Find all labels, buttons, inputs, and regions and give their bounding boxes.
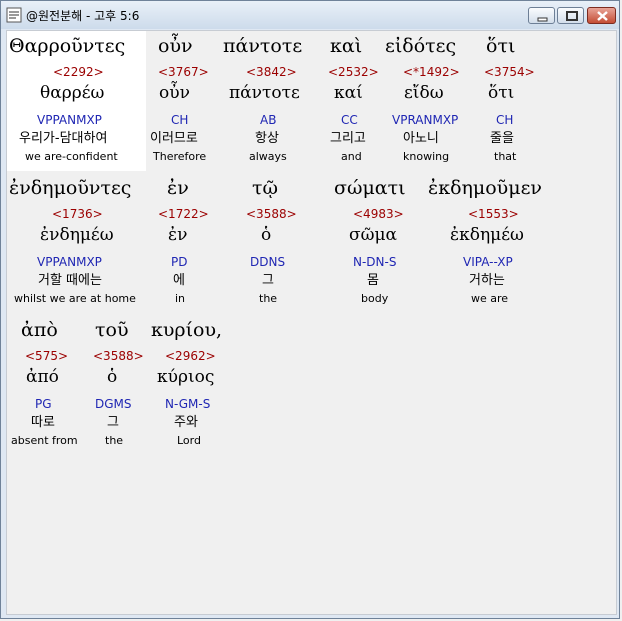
english-gloss: the bbox=[105, 434, 124, 447]
korean-gloss: 그리고 bbox=[330, 131, 366, 146]
window-title: @원전분해 - 고후 5:6 bbox=[26, 9, 140, 23]
strong-number: <2532> bbox=[328, 65, 379, 79]
english-gloss: absent from bbox=[11, 434, 78, 447]
morphology-code: VPRANMXP bbox=[392, 113, 459, 127]
title-bar[interactable]: @원전분해 - 고후 5:6 bbox=[1, 1, 619, 29]
minimize-button[interactable] bbox=[528, 7, 555, 24]
minimize-icon bbox=[537, 17, 548, 22]
morphology-code: CC bbox=[341, 113, 358, 127]
english-gloss: always bbox=[249, 150, 287, 163]
english-gloss: the bbox=[259, 292, 278, 305]
morphology-code: N-GM-S bbox=[165, 397, 211, 411]
maximize-icon bbox=[566, 11, 578, 21]
strong-number: <2292> bbox=[53, 65, 104, 79]
strong-number: <*1492> bbox=[403, 65, 460, 79]
strong-number: <3588> bbox=[93, 349, 144, 363]
strong-number: <3754> bbox=[484, 65, 535, 79]
greek-word: κυρίου, bbox=[151, 319, 223, 341]
lemma: κύριος bbox=[157, 367, 215, 387]
morphology-code: DGMS bbox=[95, 397, 132, 411]
strong-number: <2962> bbox=[165, 349, 216, 363]
korean-gloss: 몸 bbox=[367, 273, 379, 288]
lemma: ἐνδημέω bbox=[40, 225, 114, 245]
greek-word: ἐκδημοῦμεν bbox=[428, 177, 542, 199]
korean-gloss: 그 bbox=[262, 273, 274, 288]
korean-gloss: 거하는 bbox=[469, 273, 505, 288]
english-gloss: in bbox=[175, 292, 186, 305]
english-gloss: that bbox=[494, 150, 517, 163]
app-icon bbox=[6, 7, 22, 23]
english-gloss: whilst we are at home bbox=[14, 292, 136, 305]
korean-gloss: 에 bbox=[173, 273, 185, 288]
greek-word: οὖν bbox=[158, 35, 193, 57]
lemma: ὁ bbox=[107, 367, 118, 387]
korean-gloss: 아노니 bbox=[403, 131, 439, 146]
lemma: ἀπό bbox=[26, 367, 59, 387]
lemma: σῶμα bbox=[349, 225, 397, 245]
close-button[interactable] bbox=[587, 7, 616, 24]
lemma: καί bbox=[334, 83, 363, 103]
greek-word: καὶ bbox=[330, 35, 363, 57]
strong-number: <3767> bbox=[158, 65, 209, 79]
greek-word: εἰδότες bbox=[385, 35, 457, 57]
greek-word: πάντοτε bbox=[223, 35, 303, 57]
strong-number: <1722> bbox=[158, 207, 209, 221]
english-gloss: body bbox=[361, 292, 389, 305]
morphology-code: VIPA--XP bbox=[463, 255, 513, 269]
morphology-code: AB bbox=[260, 113, 277, 127]
morphology-code: DDNS bbox=[250, 255, 286, 269]
greek-word: τοῦ bbox=[95, 319, 129, 341]
strong-number: <575> bbox=[25, 349, 69, 363]
korean-gloss: 따로 bbox=[31, 415, 55, 430]
app-window: @원전분해 - 고후 5:6 Θαρροῦντες <2292> θαρρέω … bbox=[0, 0, 620, 619]
english-gloss: we are-confident bbox=[25, 150, 118, 163]
greek-word: σώματι bbox=[334, 177, 406, 199]
morphology-code: PD bbox=[171, 255, 188, 269]
greek-word: Θαρροῦντες bbox=[9, 35, 126, 57]
korean-gloss: 그 bbox=[107, 415, 119, 430]
strong-number: <1553> bbox=[468, 207, 519, 221]
greek-word: ὅτι bbox=[486, 35, 516, 57]
lemma: ἐν bbox=[168, 225, 188, 245]
lemma: ὅτι bbox=[488, 83, 515, 103]
morphology-code: VPPANMXP bbox=[37, 255, 102, 269]
lemma: οὖν bbox=[159, 83, 190, 103]
english-gloss: we are bbox=[471, 292, 509, 305]
strong-number: <3588> bbox=[246, 207, 297, 221]
korean-gloss: 우리가-담대하여 bbox=[19, 131, 108, 146]
korean-gloss: 주와 bbox=[174, 415, 198, 430]
strong-number: <1736> bbox=[52, 207, 103, 221]
greek-word: ἐνδημοῦντες bbox=[9, 177, 132, 199]
greek-word: ἀπὸ bbox=[21, 319, 58, 341]
greek-word: τῷ bbox=[252, 177, 279, 199]
english-gloss: Lord bbox=[177, 434, 201, 447]
greek-word: ἐν bbox=[167, 177, 189, 199]
morphology-code: VPPANMXP bbox=[37, 113, 102, 127]
close-icon bbox=[597, 11, 608, 21]
strong-number: <3842> bbox=[246, 65, 297, 79]
english-gloss: Therefore bbox=[153, 150, 207, 163]
lemma: ἐκδημέω bbox=[450, 225, 524, 245]
lemma: εἴδω bbox=[404, 83, 444, 103]
morphology-code: PG bbox=[35, 397, 52, 411]
morphology-code: CH bbox=[496, 113, 514, 127]
english-gloss: and bbox=[341, 150, 362, 163]
morphology-code: N-DN-S bbox=[353, 255, 397, 269]
english-gloss: knowing bbox=[403, 150, 450, 163]
lemma: θαρρέω bbox=[40, 83, 105, 103]
korean-gloss: 항상 bbox=[255, 131, 279, 146]
strong-number: <4983> bbox=[353, 207, 404, 221]
maximize-button[interactable] bbox=[557, 7, 584, 24]
korean-gloss: 줄을 bbox=[490, 131, 514, 146]
korean-gloss: 거할 때에는 bbox=[38, 273, 102, 288]
analysis-pane[interactable]: Θαρροῦντες <2292> θαρρέω VPPANMXP 우리가-담대… bbox=[6, 30, 617, 615]
lemma: πάντοτε bbox=[229, 83, 300, 103]
morphology-code: CH bbox=[171, 113, 189, 127]
korean-gloss: 이러므로 bbox=[150, 131, 198, 146]
lemma: ὁ bbox=[261, 225, 272, 245]
